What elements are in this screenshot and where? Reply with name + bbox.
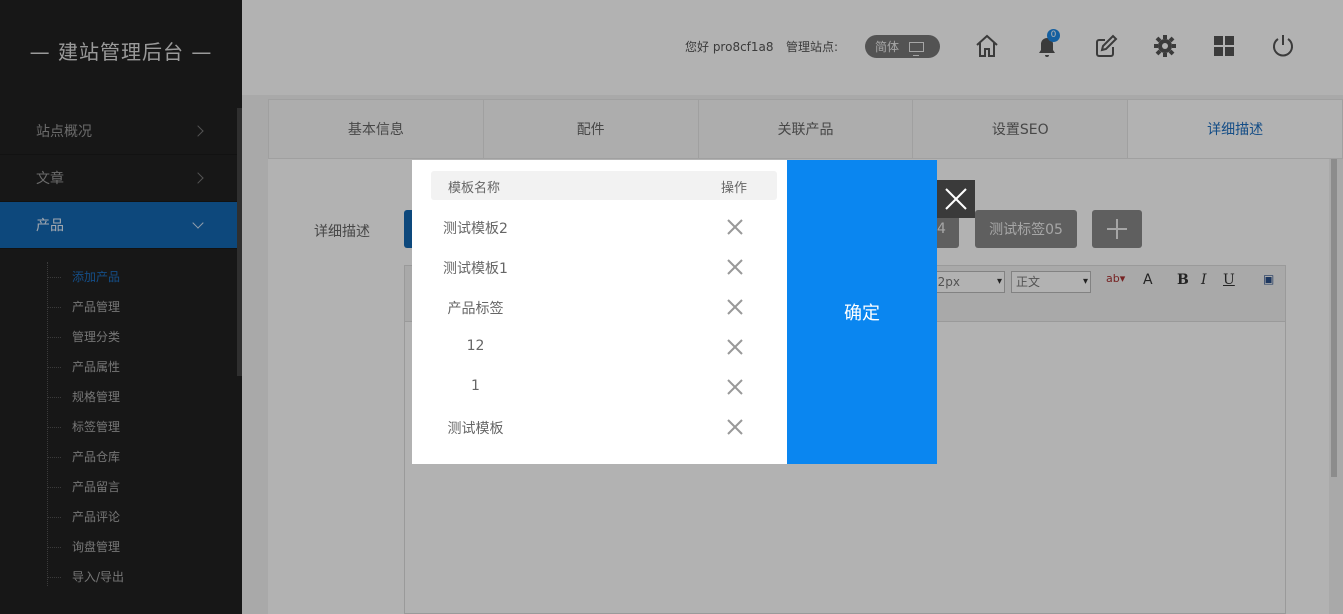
table-row[interactable]: 产品标签 [412, 288, 787, 328]
template-table-header: 模板名称 操作 [431, 171, 777, 200]
table-row[interactable]: 测试模板2 [412, 208, 787, 248]
delete-icon[interactable] [726, 298, 744, 316]
template-name: 1 [471, 378, 480, 394]
table-row[interactable]: 测试模板1 [412, 248, 787, 288]
column-template-name: 模板名称 [448, 181, 501, 196]
close-icon [945, 188, 967, 210]
close-modal-button[interactable] [937, 180, 975, 218]
template-name: 测试模板1 [443, 261, 508, 277]
delete-icon[interactable] [726, 338, 744, 356]
delete-icon[interactable] [726, 218, 744, 236]
delete-icon[interactable] [726, 418, 744, 436]
template-name: 测试模板2 [443, 221, 508, 237]
table-row[interactable]: 测试模板 [412, 408, 787, 448]
column-operation: 操作 [721, 181, 748, 196]
template-name: 产品标签 [447, 301, 504, 317]
delete-icon[interactable] [726, 378, 744, 396]
table-row[interactable]: 12 [412, 328, 787, 368]
confirm-button[interactable]: 确定 [787, 160, 937, 464]
table-row[interactable]: 1 [412, 368, 787, 408]
delete-icon[interactable] [726, 258, 744, 276]
template-modal: 模板名称 操作 测试模板2 测试模板1 产品标签 12 1 测试模板 [412, 160, 787, 464]
template-name: 12 [466, 338, 485, 354]
template-name: 测试模板 [447, 421, 504, 437]
